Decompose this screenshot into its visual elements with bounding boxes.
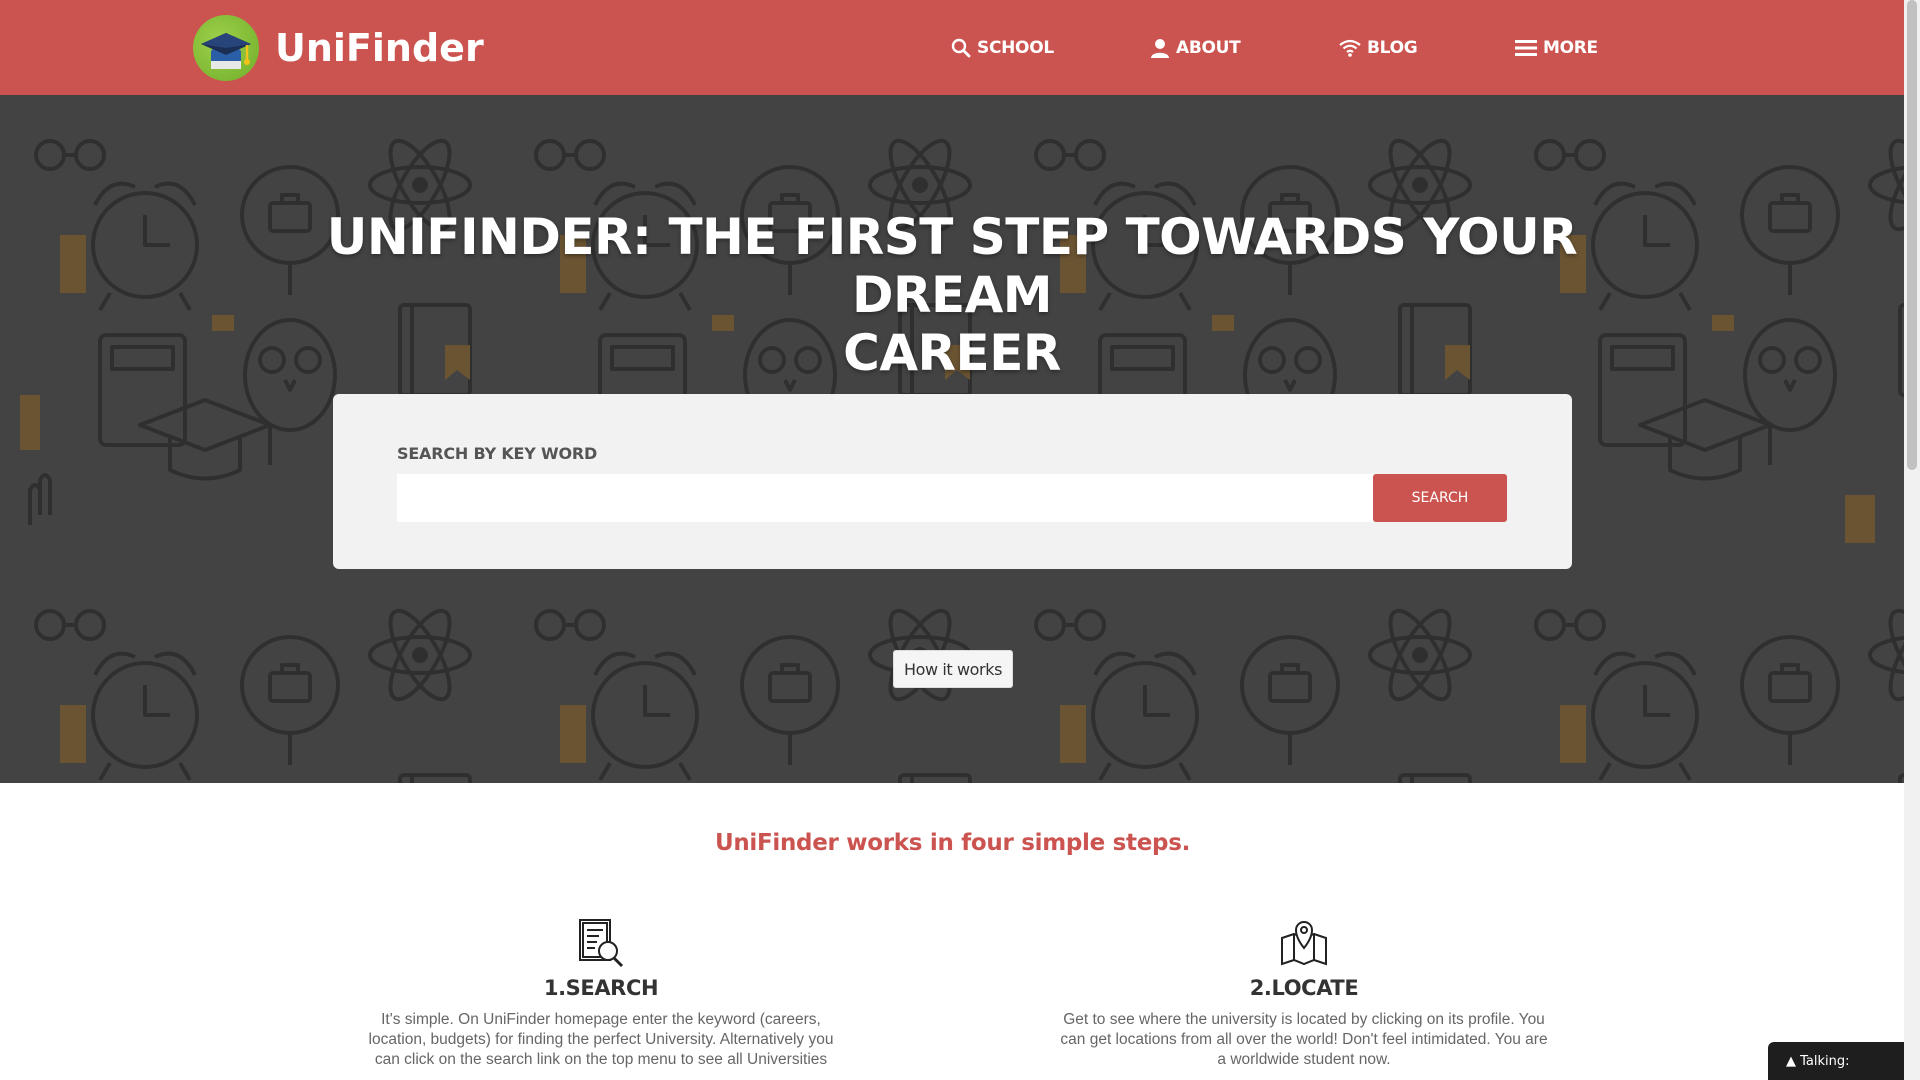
hero-section: UNIFINDER: THE FIRST STEP TOWARDS YOUR D… (0, 95, 1904, 783)
brand-name: UniFinder (275, 26, 484, 70)
scrollbar-thumb[interactable] (1907, 0, 1917, 470)
logo-link[interactable]: UniFinder (193, 15, 484, 81)
hero-title: UNIFINDER: THE FIRST STEP TOWARDS YOUR D… (300, 208, 1604, 382)
search-input[interactable] (397, 474, 1373, 522)
menu-icon (1515, 39, 1537, 56)
step-description: Get to see where the university is locat… (1049, 1010, 1559, 1070)
step-search: 1.SEARCH It's simple. On UniFinder homep… (346, 918, 856, 1070)
step-title: 2.LOCATE (1249, 976, 1359, 1000)
page-scrollbar[interactable] (1904, 0, 1920, 1080)
nav-blog-label: BLOG (1367, 37, 1418, 58)
chat-widget[interactable]: ▲ Talking: (1768, 1042, 1904, 1080)
step-description-line: can get locations from all over the worl… (1060, 1031, 1548, 1048)
nav-blog[interactable]: BLOG (1339, 0, 1418, 95)
step-description-line: It's simple. On UniFinder homepage enter… (381, 1011, 821, 1028)
step-description-line: location, budgets) for finding the perfe… (368, 1031, 834, 1048)
nav-about[interactable]: ABOUT (1150, 0, 1241, 95)
step-description-line: a worldwide student now. (1217, 1051, 1391, 1068)
step-description-line: can click on the search link on the top … (374, 1051, 828, 1068)
wifi-icon (1339, 39, 1361, 57)
nav-school[interactable]: SCHOOL (951, 0, 1054, 95)
steps-heading: UniFinder works in four simple steps. (714, 830, 1191, 856)
user-icon (1151, 38, 1169, 58)
nav-school-label: SCHOOL (977, 37, 1054, 58)
site-header: UniFinder SCHOOL ABOUT BLOG MORE (0, 0, 1904, 95)
step-locate: 2.LOCATE Get to see where the university… (1049, 918, 1559, 1070)
hero-title-line-1: UNIFINDER: THE FIRST STEP TOWARDS YOUR D… (326, 208, 1578, 324)
document-search-icon (579, 919, 624, 968)
search-button[interactable]: SEARCH (1373, 474, 1507, 522)
search-panel: SEARCH BY KEY WORD SEARCH (333, 394, 1572, 569)
map-pin-icon (1281, 921, 1327, 966)
search-label: SEARCH BY KEY WORD (397, 444, 598, 463)
nav-more-label: MORE (1543, 37, 1598, 58)
search-icon (951, 38, 971, 57)
how-it-works-button[interactable]: How it works (893, 650, 1013, 688)
nav-about-label: ABOUT (1176, 37, 1241, 58)
graduation-cap-icon (193, 15, 259, 81)
hero-title-line-2: CAREER (843, 324, 1061, 382)
step-title: 1.SEARCH (543, 976, 659, 1000)
step-description-line: Get to see where the university is locat… (1063, 1011, 1545, 1028)
nav-more[interactable]: MORE (1515, 0, 1598, 95)
step-description: It's simple. On UniFinder homepage enter… (346, 1010, 856, 1070)
